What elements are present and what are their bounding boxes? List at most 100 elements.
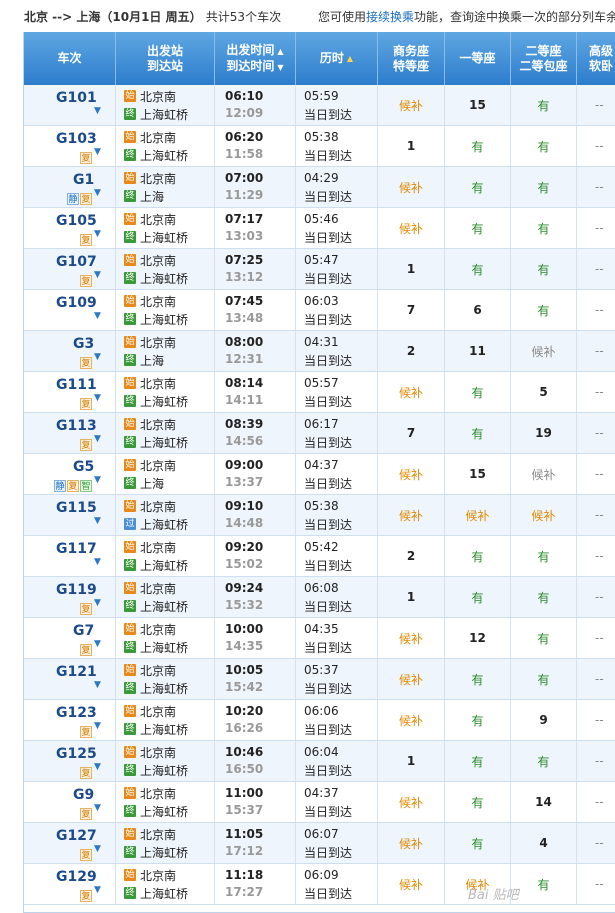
seat-availability[interactable]: 有 [511,126,576,166]
seat-availability[interactable]: 有 [445,249,510,289]
seat-availability[interactable]: 2 [378,536,444,576]
seat-availability[interactable]: 15 [445,85,510,125]
expand-chevron-icon[interactable]: ▼ [94,311,101,321]
expand-chevron-icon[interactable]: ▼ [94,844,101,854]
seat-availability[interactable]: 有 [511,864,576,904]
seat-availability[interactable]: 1 [378,741,444,781]
seat-availability[interactable]: 有 [511,618,576,658]
seat-availability[interactable]: 有 [445,536,510,576]
seat-availability[interactable]: 候补 [378,167,444,207]
seat-availability[interactable]: 有 [511,536,576,576]
table-row[interactable]: G113 复 ▼ 始北京南 终上海虹桥 08:39 14:56 06:17 当日到达 7… [24,413,615,454]
table-row[interactable]: G121 ▼ 始北京南 终上海虹桥 10:05 15:42 05:37 当日到达 候补有… [24,659,615,700]
table-row[interactable]: G5 静复智 ▼ 始北京南 终上海 09:00 13:37 04:37 当日到达 候补 1… [24,454,615,495]
table-row[interactable]: G101 ▼ 始北京南 终上海虹桥 06:10 12:09 05:59 当日到达 候补 1… [24,85,615,126]
seat-availability[interactable]: 候补 [378,659,444,699]
train-number-link[interactable]: G7 [73,623,94,639]
sort-asc-icon[interactable]: ▲ [277,47,283,56]
header-duration[interactable]: 历时 ▲ [296,32,378,85]
sort-desc-icon[interactable]: ▼ [277,63,283,72]
train-number-link[interactable]: G109 [56,295,97,311]
expand-chevron-icon[interactable]: ▼ [94,680,101,690]
seat-availability[interactable]: 候补 [511,454,576,494]
table-row[interactable]: G125 复 ▼ 始北京南 终上海虹桥 10:46 16:50 06:04 当日到达 1… [24,741,615,782]
seat-availability[interactable]: 有 [511,85,576,125]
seat-availability[interactable]: 有 [511,167,576,207]
seat-availability[interactable]: 有 [511,249,576,289]
seat-availability[interactable]: 有 [445,782,510,822]
expand-chevron-icon[interactable]: ▼ [94,516,101,526]
table-row[interactable]: G3 复 ▼ 始北京南 终上海 08:00 12:31 04:31 当日到达 2 11 候补… [24,331,615,372]
train-number-link[interactable]: G105 [56,213,97,229]
train-number-link[interactable]: G117 [56,541,97,557]
seat-availability[interactable]: 候补 [445,495,510,535]
expand-chevron-icon[interactable]: ▼ [94,803,101,813]
expand-chevron-icon[interactable]: ▼ [94,475,101,485]
table-row[interactable]: G107 复 ▼ 始北京南 终上海虹桥 07:25 13:12 05:47 当日到达 1… [24,249,615,290]
seat-availability[interactable]: 12 [445,618,510,658]
seat-availability[interactable]: 有 [445,659,510,699]
train-number-link[interactable]: G129 [56,869,97,885]
train-number-link[interactable]: G3 [73,336,94,352]
table-row[interactable]: G127 复 ▼ 始北京南 终上海虹桥 11:05 17:12 06:07 当日到达候… [24,823,615,864]
transfer-link[interactable]: 接续换乘 [366,10,414,24]
seat-availability[interactable]: 有 [511,577,576,617]
table-row[interactable]: G1 静复 ▼ 始北京南 终上海 07:00 11:29 04:29 当日到达 候补有有… [24,167,615,208]
seat-availability[interactable]: 有 [445,823,510,863]
expand-chevron-icon[interactable]: ▼ [94,393,101,403]
train-number-link[interactable]: G123 [56,705,97,721]
seat-availability[interactable]: 候补 [378,864,444,904]
table-row[interactable]: G123 复 ▼ 始北京南 终上海虹桥 10:20 16:26 06:06 当日到达候… [24,700,615,741]
seat-availability[interactable]: 有 [445,208,510,248]
table-row[interactable]: G105 复 ▼ 始北京南 终上海虹桥 07:17 13:03 05:46 当日到达候… [24,208,615,249]
seat-availability[interactable]: 有 [445,167,510,207]
seat-availability[interactable]: 5 [511,372,576,412]
train-number-link[interactable]: G119 [56,582,97,598]
seat-availability[interactable]: 有 [445,126,510,166]
train-number-link[interactable]: G101 [56,90,97,106]
seat-availability[interactable]: 2 [378,331,444,371]
train-number-link[interactable]: G111 [56,377,97,393]
seat-availability[interactable]: 候补 [378,208,444,248]
seat-availability[interactable]: 7 [378,290,444,330]
expand-chevron-icon[interactable]: ▼ [94,352,101,362]
train-number-link[interactable]: G125 [56,746,97,762]
seat-availability[interactable]: 候补 [378,85,444,125]
table-row[interactable]: G9 复 ▼ 始北京南 终上海虹桥 11:00 15:37 04:37 当日到达 候补有… [24,782,615,823]
table-row[interactable]: G117 ▼ 始北京南 终上海虹桥 09:20 15:02 05:42 当日到达 2 有有… [24,536,615,577]
train-number-link[interactable]: G107 [56,254,97,270]
expand-chevron-icon[interactable]: ▼ [94,147,101,157]
seat-availability[interactable]: 有 [511,659,576,699]
train-number-link[interactable]: G115 [56,500,97,516]
seat-availability[interactable]: 候补 [511,495,576,535]
expand-chevron-icon[interactable]: ▼ [94,270,101,280]
expand-chevron-icon[interactable]: ▼ [94,762,101,772]
expand-chevron-icon[interactable]: ▼ [94,885,101,895]
seat-availability[interactable]: 有 [445,413,510,453]
header-times[interactable]: 出发时间 ▲ 到达时间 ▼ [215,32,296,85]
seat-availability[interactable]: 1 [378,577,444,617]
seat-availability[interactable]: 1 [378,249,444,289]
seat-availability[interactable]: 1 [378,126,444,166]
expand-chevron-icon[interactable]: ▼ [94,188,101,198]
expand-chevron-icon[interactable]: ▼ [94,639,101,649]
seat-availability[interactable]: 候补 [378,823,444,863]
expand-chevron-icon[interactable]: ▼ [94,434,101,444]
table-row[interactable]: G7 复 ▼ 始北京南 终上海虹桥 10:00 14:35 04:35 当日到达 候补 1… [24,618,615,659]
train-number-link[interactable]: G121 [56,664,97,680]
seat-availability[interactable]: 有 [445,741,510,781]
expand-chevron-icon[interactable]: ▼ [94,598,101,608]
table-row[interactable]: G115 ▼ 始北京南 过上海虹桥 09:10 14:48 05:38 当日到达 候补候… [24,495,615,536]
table-row[interactable]: G109 ▼ 始北京南 终上海虹桥 07:45 13:48 06:03 当日到达 7 6 有… [24,290,615,331]
train-number-link[interactable]: G1 [73,172,94,188]
seat-availability[interactable]: 候补 [378,782,444,822]
seat-availability[interactable]: 有 [511,741,576,781]
table-row[interactable]: G119 复 ▼ 始北京南 终上海虹桥 09:24 15:32 06:08 当日到达 1… [24,577,615,618]
sort-asc-icon[interactable]: ▲ [347,51,353,66]
seat-availability[interactable]: 有 [445,577,510,617]
train-number-link[interactable]: G113 [56,418,97,434]
seat-availability[interactable]: 候补 [378,372,444,412]
seat-availability[interactable]: 有 [511,290,576,330]
seat-availability[interactable]: 19 [511,413,576,453]
seat-availability[interactable]: 候补 [378,495,444,535]
